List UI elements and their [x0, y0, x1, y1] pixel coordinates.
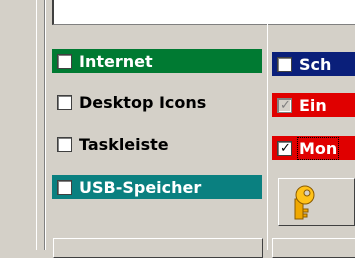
- top-text-panel: [52, 0, 355, 25]
- taskleiste-checkbox[interactable]: [57, 136, 72, 152]
- check-mark-icon: ✓: [280, 140, 291, 156]
- left-edge-highlight: [45, 0, 46, 250]
- desktop-icons-checkbox[interactable]: [57, 94, 72, 110]
- ein-label: Ein: [299, 95, 327, 115]
- desktop-icons-label: Desktop Icons: [79, 92, 207, 112]
- key-button[interactable]: [278, 178, 355, 226]
- sch-checkbox[interactable]: [277, 56, 292, 72]
- left-edge-line: [36, 0, 37, 250]
- internet-checkbox[interactable]: [57, 53, 72, 69]
- key-icon: [294, 185, 315, 220]
- usb-speicher-label: USB-Speicher: [79, 177, 202, 197]
- bottom-right-button[interactable]: [272, 238, 355, 258]
- desktop-icons-checkbox-item[interactable]: Desktop Icons: [52, 90, 267, 114]
- mon-label: Mon: [296, 136, 340, 160]
- internet-label: Internet: [79, 51, 153, 71]
- mon-checkbox-item[interactable]: ✓ Mon: [272, 136, 355, 160]
- internet-checkbox-item[interactable]: Internet: [52, 49, 262, 73]
- usb-speicher-checkbox[interactable]: [57, 179, 72, 195]
- taskleiste-label: Taskleiste: [79, 134, 169, 154]
- mon-checkbox[interactable]: ✓: [277, 140, 292, 156]
- sch-checkbox-item[interactable]: Sch: [272, 52, 355, 76]
- sch-label: Sch: [299, 54, 332, 74]
- bottom-left-button[interactable]: [53, 238, 263, 258]
- check-mark-icon: ✓: [280, 97, 291, 113]
- usb-speicher-checkbox-item[interactable]: USB-Speicher: [52, 175, 262, 199]
- taskleiste-checkbox-item[interactable]: Taskleiste: [52, 132, 262, 156]
- column-separator: [267, 24, 268, 250]
- ein-checkbox-item[interactable]: ✓ Ein: [272, 93, 355, 117]
- ein-checkbox[interactable]: ✓: [277, 97, 292, 113]
